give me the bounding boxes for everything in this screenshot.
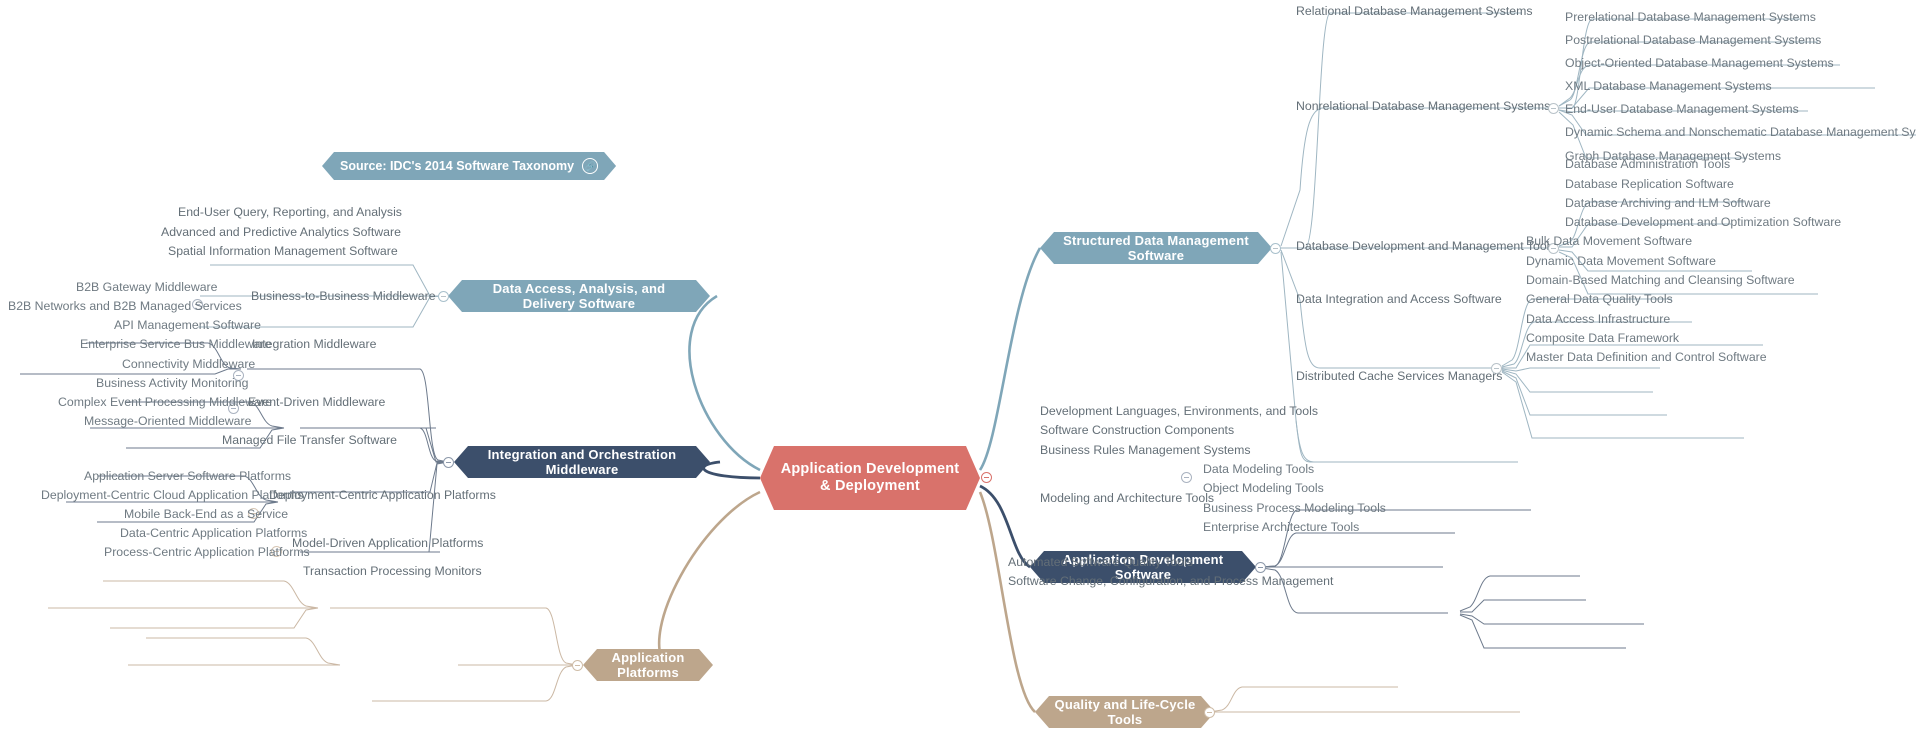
node-data-modeling-tools[interactable]: Data Modeling Tools: [1203, 463, 1314, 476]
branch-node-integration-and-orchestration-middleware[interactable]: Integration and Orchestration Middleware: [454, 446, 710, 478]
node-end-user-query-reporting-analysis[interactable]: End-User Query, Reporting, and Analysis: [178, 206, 402, 219]
root-node-label: Application Development & Deployment: [780, 460, 960, 494]
branch-node-application-platforms[interactable]: Application Platforms: [583, 649, 713, 681]
node-business-to-business-middleware[interactable]: Business-to-Business Middleware: [251, 290, 436, 303]
node-modeling-and-architecture-tools[interactable]: Modeling and Architecture Tools: [1040, 492, 1214, 505]
source-badge[interactable]: Source: IDC's 2014 Software Taxonomy 🔗: [322, 152, 616, 180]
toggle-quality-tools[interactable]: [1204, 707, 1215, 718]
link-icon: 🔗: [582, 158, 598, 174]
node-end-user-dbms[interactable]: End-User Database Management Systems: [1565, 103, 1799, 116]
node-enterprise-service-bus-middleware[interactable]: Enterprise Service Bus Middleware: [80, 338, 271, 351]
toggle-application-platforms[interactable]: [572, 660, 583, 671]
node-spatial-information-management-software[interactable]: Spatial Information Management Software: [168, 245, 398, 258]
node-dynamic-data-movement-software[interactable]: Dynamic Data Movement Software: [1526, 255, 1716, 268]
node-domain-based-matching-cleansing[interactable]: Domain-Based Matching and Cleansing Soft…: [1526, 274, 1795, 287]
toggle-modeling-architecture[interactable]: [1181, 472, 1192, 483]
node-prerelational-dbms[interactable]: Prerelational Database Management System…: [1565, 11, 1816, 24]
node-dynamic-schema-dbms[interactable]: Dynamic Schema and Nonschematic Database…: [1565, 126, 1916, 139]
node-advanced-predictive-analytics-software[interactable]: Advanced and Predictive Analytics Softwa…: [161, 226, 401, 239]
node-message-oriented-middleware[interactable]: Message-Oriented Middleware: [84, 415, 251, 428]
node-b2b-gateway-middleware[interactable]: B2B Gateway Middleware: [76, 281, 217, 294]
node-managed-file-transfer-software[interactable]: Managed File Transfer Software: [222, 434, 397, 447]
branch-label: Data Access, Analysis, and Delivery Soft…: [492, 280, 666, 311]
node-database-archiving-ilm[interactable]: Database Archiving and ILM Software: [1565, 197, 1771, 210]
toggle-data-access[interactable]: [438, 291, 449, 302]
branch-node-structured-data-management-software[interactable]: Structured Data Management Software: [1040, 232, 1272, 264]
node-nonrelational-dbms[interactable]: Nonrelational Database Management System…: [1296, 100, 1550, 113]
branch-node-quality-and-life-cycle-tools[interactable]: Quality and Life-Cycle Tools: [1035, 696, 1215, 728]
node-composite-data-framework[interactable]: Composite Data Framework: [1526, 332, 1679, 345]
branch-node-data-access-analysis-and-delivery-software[interactable]: Data Access, Analysis, and Delivery Soft…: [448, 280, 710, 312]
node-xml-dbms[interactable]: XML Database Management Systems: [1565, 80, 1772, 93]
node-automated-software-quality-tools[interactable]: Automated Software Quality Tools: [1008, 556, 1193, 569]
branch-label: Structured Data Management Software: [1063, 232, 1249, 263]
node-data-access-infrastructure[interactable]: Data Access Infrastructure: [1526, 313, 1670, 326]
node-development-languages-environments-tools[interactable]: Development Languages, Environments, and…: [1040, 405, 1318, 418]
branch-label: Integration and Orchestration Middleware: [487, 446, 677, 477]
node-deployment-centric-cloud-platforms[interactable]: Deployment-Centric Cloud Application Pla…: [41, 489, 303, 502]
node-bulk-data-movement-software[interactable]: Bulk Data Movement Software: [1526, 235, 1692, 248]
node-software-change-configuration-process-management[interactable]: Software Change, Configuration, and Proc…: [1008, 575, 1333, 588]
node-software-construction-components[interactable]: Software Construction Components: [1040, 424, 1234, 437]
node-enterprise-architecture-tools[interactable]: Enterprise Architecture Tools: [1203, 521, 1359, 534]
root-collapse-toggle[interactable]: [981, 472, 992, 483]
toggle-integration-middleware[interactable]: [443, 457, 454, 468]
branch-label: Application Platforms: [611, 649, 685, 680]
mindmap-canvas: Source: IDC's 2014 Software Taxonomy 🔗 A…: [0, 0, 1916, 729]
toggle-nonrelational-dbms[interactable]: [1548, 103, 1559, 114]
node-master-data-definition-control[interactable]: Master Data Definition and Control Softw…: [1526, 351, 1767, 364]
node-business-rules-management-systems[interactable]: Business Rules Management Systems: [1040, 444, 1251, 457]
node-process-centric-application-platforms[interactable]: Process-Centric Application Platforms: [104, 546, 310, 559]
node-object-modeling-tools[interactable]: Object Modeling Tools: [1203, 482, 1324, 495]
node-model-driven-application-platforms[interactable]: Model-Driven Application Platforms: [292, 537, 483, 550]
source-badge-label: Source: IDC's 2014 Software Taxonomy: [340, 159, 575, 173]
node-business-process-modeling-tools[interactable]: Business Process Modeling Tools: [1203, 502, 1386, 515]
node-relational-dbms[interactable]: Relational Database Management Systems: [1296, 5, 1533, 18]
node-postrelational-dbms[interactable]: Postrelational Database Management Syste…: [1565, 34, 1821, 47]
node-data-integration-and-access-software[interactable]: Data Integration and Access Software: [1296, 293, 1502, 306]
node-object-oriented-dbms[interactable]: Object-Oriented Database Management Syst…: [1565, 57, 1834, 70]
branch-label: Quality and Life-Cycle Tools: [1054, 696, 1196, 727]
node-transaction-processing-monitors[interactable]: Transaction Processing Monitors: [303, 565, 482, 578]
toggle-structured-data[interactable]: [1270, 243, 1281, 254]
node-general-data-quality-tools[interactable]: General Data Quality Tools: [1526, 293, 1673, 306]
toggle-application-development[interactable]: [1255, 562, 1266, 573]
node-database-development-optimization[interactable]: Database Development and Optimization So…: [1565, 216, 1841, 229]
node-b2b-networks-managed-services[interactable]: B2B Networks and B2B Managed Services: [8, 300, 242, 313]
node-data-centric-application-platforms[interactable]: Data-Centric Application Platforms: [120, 527, 307, 540]
node-api-management-software[interactable]: API Management Software: [114, 319, 261, 332]
node-complex-event-processing-middleware[interactable]: Complex Event Processing Middleware: [58, 396, 272, 409]
node-distributed-cache-services-managers[interactable]: Distributed Cache Services Managers: [1296, 370, 1502, 383]
root-node[interactable]: Application Development & Deployment: [760, 446, 980, 510]
node-business-activity-monitoring[interactable]: Business Activity Monitoring: [96, 377, 248, 390]
node-database-development-and-management-tools[interactable]: Database Development and Management Tool…: [1296, 240, 1556, 253]
node-application-server-software-platforms[interactable]: Application Server Software Platforms: [84, 470, 291, 483]
node-mobile-back-end-as-a-service[interactable]: Mobile Back-End as a Service: [124, 508, 288, 521]
node-connectivity-middleware[interactable]: Connectivity Middleware: [122, 358, 255, 371]
node-database-administration-tools[interactable]: Database Administration Tools: [1565, 158, 1730, 171]
node-database-replication-software[interactable]: Database Replication Software: [1565, 178, 1734, 191]
